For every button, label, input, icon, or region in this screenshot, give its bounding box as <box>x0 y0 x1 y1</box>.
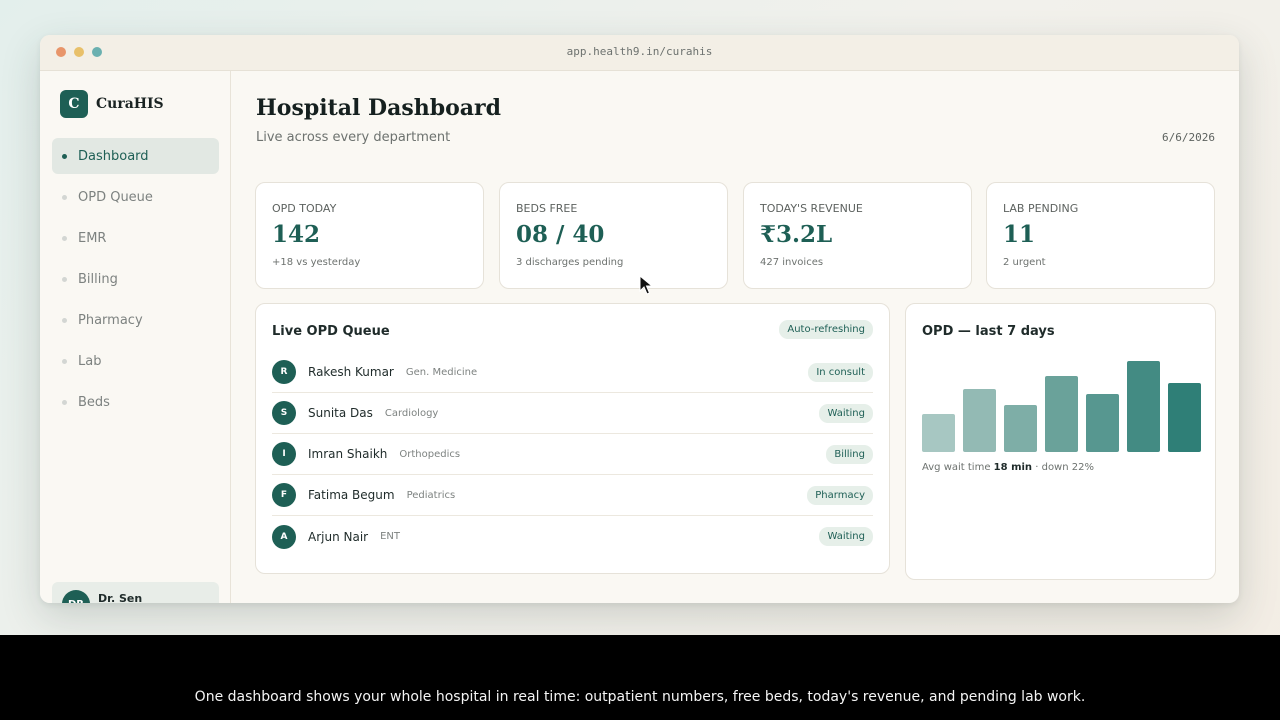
sidebar-item-opd-queue[interactable]: OPD Queue <box>52 179 219 215</box>
sidebar-item-billing[interactable]: Billing <box>52 261 219 297</box>
patient-department: Gen. Medicine <box>405 366 478 378</box>
user-profile[interactable]: DR Dr. Sen Admin <box>52 582 219 603</box>
stat-card-beds-free: BEDS FREE 08 / 40 3 discharges pending <box>499 182 728 289</box>
opd-bar <box>1004 405 1037 452</box>
main-content: Hospital Dashboard Live across every dep… <box>231 71 1239 603</box>
patient-department: ENT <box>380 531 401 542</box>
stat-label: BEDS FREE <box>516 202 578 215</box>
sidebar: C CuraHIS Dashboard OPD Queue EMR Billin… <box>40 71 231 603</box>
brand-logo: C <box>60 90 88 118</box>
brand[interactable]: C CuraHIS <box>60 90 164 118</box>
patient-name: Arjun Nair <box>308 529 369 544</box>
stat-note: 427 invoices <box>760 257 824 268</box>
dot-icon <box>62 194 67 200</box>
wait-time-change: · down 22% <box>1035 462 1094 473</box>
sidebar-item-label: Dashboard <box>78 148 149 164</box>
status-badge: Waiting <box>819 403 873 423</box>
active-dot-icon <box>62 153 67 159</box>
stat-label: TODAY'S REVENUE <box>760 202 863 215</box>
mouse-cursor-icon <box>639 275 653 295</box>
browser-titlebar: app.health9.in/curahis <box>40 35 1239 71</box>
sidebar-item-label: Pharmacy <box>78 312 143 328</box>
queue-row[interactable]: A Arjun Nair ENT Waiting <box>272 516 873 557</box>
dot-icon <box>62 317 67 323</box>
patient-name: Sunita Das <box>308 406 373 420</box>
user-name: Dr. Sen <box>98 592 143 603</box>
opd-bar <box>963 389 996 452</box>
sidebar-item-pharmacy[interactable]: Pharmacy <box>52 302 219 338</box>
sidebar-item-label: OPD Queue <box>78 189 153 205</box>
opd-bar <box>1168 383 1201 452</box>
wait-time-label: Avg wait time <box>922 462 991 473</box>
stat-card-opd-today: OPD TODAY 142 +18 vs yesterday <box>255 182 484 289</box>
dot-icon <box>62 399 67 405</box>
patient-avatar: S <box>272 401 296 425</box>
queue-row[interactable]: R Rakesh Kumar Gen. Medicine In consult <box>272 352 873 393</box>
chart-title: OPD — last 7 days <box>922 324 1055 339</box>
opd-bar-chart <box>922 361 1201 452</box>
sidebar-item-dashboard[interactable]: Dashboard <box>52 138 219 174</box>
page-title: Hospital Dashboard <box>256 95 502 121</box>
dot-icon <box>62 358 67 364</box>
queue-row[interactable]: I Imran Shaikh Orthopedics Billing <box>272 434 873 475</box>
opd-bar <box>1086 394 1119 452</box>
patient-avatar: F <box>272 483 296 507</box>
stat-label: LAB PENDING <box>1003 202 1079 215</box>
patient-name: Fatima Begum <box>308 488 395 502</box>
stat-note: 2 urgent <box>1003 257 1046 268</box>
opd-bar <box>1045 376 1078 452</box>
patient-name: Rakesh Kumar <box>308 365 394 379</box>
page-subtitle: Live across every department <box>256 130 451 145</box>
caption-bar: One dashboard shows your whole hospital … <box>0 635 1280 720</box>
sidebar-item-label: Lab <box>78 353 102 369</box>
opd-queue-card: Live OPD Queue Auto-refreshing R Rakesh … <box>255 303 890 574</box>
opd-bar <box>1127 361 1160 452</box>
caption-text: One dashboard shows your whole hospital … <box>194 689 1086 705</box>
queue-row[interactable]: F Fatima Begum Pediatrics Pharmacy <box>272 475 873 516</box>
stat-label: OPD TODAY <box>272 202 337 215</box>
user-info: Dr. Sen Admin <box>98 592 142 603</box>
dot-icon <box>62 276 67 282</box>
patient-department: Pediatrics <box>406 489 456 501</box>
stat-value: 142 <box>272 221 321 248</box>
patient-department: Cardiology <box>384 407 439 419</box>
sidebar-item-beds[interactable]: Beds <box>52 384 219 420</box>
brand-name: CuraHIS <box>96 96 164 112</box>
address-bar[interactable]: app.health9.in/curahis <box>40 45 1239 58</box>
status-badge: Pharmacy <box>807 485 873 505</box>
user-avatar: DR <box>62 590 90 603</box>
opd-chart-card: OPD — last 7 days Avg wait time 18 min ·… <box>905 303 1216 580</box>
patient-department: Orthopedics <box>399 448 461 460</box>
stat-note: 3 discharges pending <box>516 257 624 268</box>
sidebar-nav: Dashboard OPD Queue EMR Billing Pharmacy… <box>52 138 219 425</box>
stat-value: 11 <box>1003 221 1036 248</box>
sidebar-item-lab[interactable]: Lab <box>52 343 219 379</box>
status-badge: In consult <box>808 362 873 382</box>
auto-refresh-badge: Auto-refreshing <box>779 320 873 339</box>
sidebar-item-label: EMR <box>78 230 107 246</box>
patient-avatar: R <box>272 360 296 384</box>
patient-avatar: I <box>272 442 296 466</box>
stat-note: +18 vs yesterday <box>272 257 361 268</box>
browser-window: app.health9.in/curahis C CuraHIS Dashboa… <box>40 35 1239 603</box>
dot-icon <box>62 235 67 241</box>
sidebar-item-label: Billing <box>78 271 118 287</box>
status-badge: Billing <box>826 444 873 464</box>
stat-value: ₹3.2L <box>760 221 833 248</box>
sidebar-item-label: Beds <box>78 394 110 410</box>
chart-footer: Avg wait time 18 min · down 22% <box>922 462 1094 473</box>
page-date: 6/6/2026 <box>1162 131 1215 144</box>
opd-bar <box>922 414 955 452</box>
stat-value: 08 / 40 <box>516 221 605 248</box>
stat-card-lab-pending: LAB PENDING 11 2 urgent <box>986 182 1215 289</box>
patient-avatar: A <box>272 524 296 549</box>
queue-row[interactable]: S Sunita Das Cardiology Waiting <box>272 393 873 434</box>
status-badge: Waiting <box>819 527 873 546</box>
queue-title: Live OPD Queue <box>272 324 390 339</box>
wait-time-value: 18 min <box>993 462 1033 473</box>
sidebar-item-emr[interactable]: EMR <box>52 220 219 256</box>
stat-card-revenue: TODAY'S REVENUE ₹3.2L 427 invoices <box>743 182 972 289</box>
patient-name: Imran Shaikh <box>308 447 388 461</box>
